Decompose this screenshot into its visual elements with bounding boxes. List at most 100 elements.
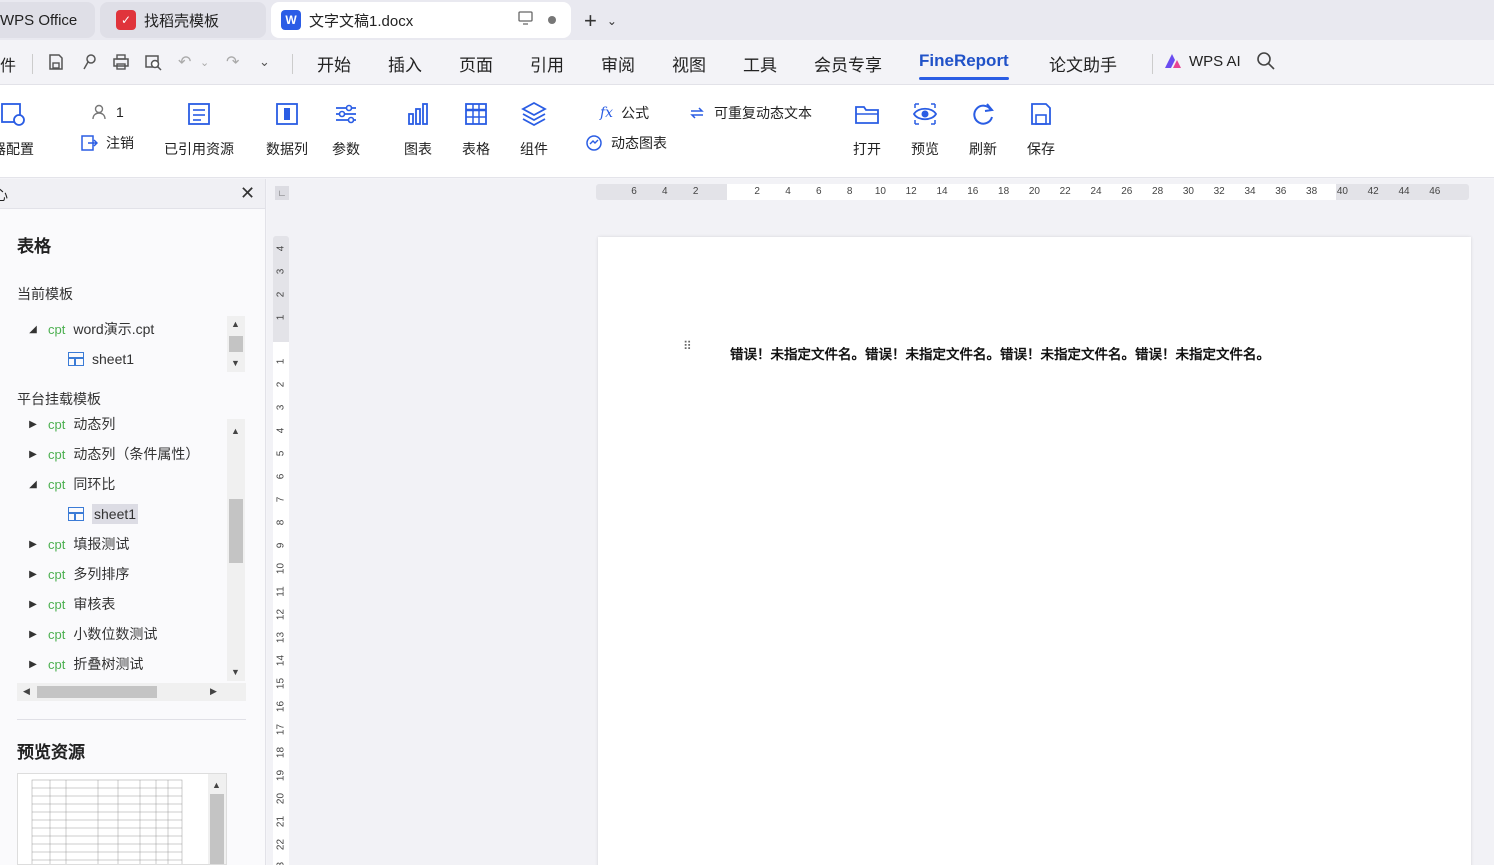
tree-item-sheet-selected[interactable]: sheet1 xyxy=(68,503,139,525)
docer-logo-icon: ✓ xyxy=(116,10,136,30)
preview-button[interactable]: 预览 xyxy=(910,99,940,159)
monitor-icon[interactable] xyxy=(518,11,533,29)
repeat-text-button[interactable]: 可重复动态文本 xyxy=(688,103,812,123)
more-chevron-down-icon[interactable]: ⌄ xyxy=(259,54,270,70)
menu-view[interactable]: 视图 xyxy=(672,51,706,76)
scroll-thumb[interactable] xyxy=(229,336,243,352)
scroll-up-icon[interactable]: ▲ xyxy=(231,426,240,436)
new-tab-plus-icon[interactable]: + xyxy=(584,8,597,34)
document-paragraph[interactable]: 错误！未指定文件名。错误！未指定文件名。错误！未指定文件名。错误！未指定文件名。 xyxy=(730,343,1270,363)
menu-tools[interactable]: 工具 xyxy=(743,51,777,76)
tree-item-sheet[interactable]: sheet1 xyxy=(68,348,134,370)
document-page[interactable]: ⠿ 错误！未指定文件名。错误！未指定文件名。错误！未指定文件名。错误！未指定文件… xyxy=(598,237,1471,865)
expand-arrow-icon[interactable]: ▶ xyxy=(26,599,40,610)
tree-item-platform[interactable]: ▶ cpt 小数位数测试 xyxy=(26,623,157,645)
table-button[interactable]: 表格 xyxy=(461,99,491,159)
scroll-thumb[interactable] xyxy=(37,686,157,698)
tab-wps-office[interactable]: WPS Office xyxy=(0,2,95,38)
ruler-corner-tab-icon[interactable]: ∟ xyxy=(275,186,289,200)
formula-button[interactable]: fx 公式 xyxy=(600,103,649,123)
current-template-scrollbar[interactable]: ▲ ▼ xyxy=(227,316,245,372)
collapse-arrow-icon[interactable]: ◢ xyxy=(26,479,40,490)
save-label: 保存 xyxy=(1027,141,1055,157)
expand-arrow-icon[interactable]: ▶ xyxy=(26,569,40,580)
scroll-right-icon[interactable]: ▶ xyxy=(210,686,217,697)
unsaved-dot-icon[interactable] xyxy=(547,12,557,29)
print-icon[interactable] xyxy=(111,52,131,77)
tree-item-platform[interactable]: ▶ cpt 动态列 xyxy=(26,413,115,435)
menu-insert[interactable]: 插入 xyxy=(388,51,422,76)
expand-arrow-icon[interactable]: ▶ xyxy=(26,419,40,430)
ruler-tick-label: 20 xyxy=(1028,186,1040,197)
menu-thesis[interactable]: 论文助手 xyxy=(1049,51,1117,76)
tab-document[interactable]: W 文字文稿1.docx xyxy=(271,2,571,38)
expand-arrow-icon[interactable]: ▶ xyxy=(26,539,40,550)
expand-arrow-icon[interactable]: ▶ xyxy=(26,629,40,640)
open-button[interactable]: 打开 xyxy=(852,99,882,159)
wps-ai-button[interactable]: WPS AI xyxy=(1163,52,1241,70)
user-count[interactable]: 1 xyxy=(90,103,124,121)
scroll-down-icon[interactable]: ▼ xyxy=(231,358,240,368)
tab-template-store[interactable]: ✓ 找稻壳模板 xyxy=(100,2,266,38)
format-painter-icon[interactable] xyxy=(80,52,100,77)
undo-icon[interactable]: ↶ xyxy=(178,52,191,72)
print-preview-icon[interactable] xyxy=(143,52,163,77)
server-config-label: 器配置 xyxy=(0,141,34,157)
menu-home[interactable]: 开始 xyxy=(317,51,351,76)
tree-item-platform[interactable]: ▶ cpt 折叠树测试 xyxy=(26,653,143,675)
scroll-up-icon[interactable]: ▲ xyxy=(212,780,221,790)
vertical-ruler[interactable]: 4321123456789101112131415161718192021222… xyxy=(273,236,289,865)
server-config-button[interactable]: 器配置 xyxy=(0,99,34,159)
preview-scrollbar[interactable]: ▲ xyxy=(208,774,226,864)
ruler-tick-label: 2 xyxy=(275,291,287,298)
params-button[interactable]: 参数 xyxy=(331,99,361,159)
menu-page[interactable]: 页面 xyxy=(459,51,493,76)
ref-resources-label: 已引用资源 xyxy=(164,141,234,157)
data-column-button[interactable]: 数据列 xyxy=(266,99,308,159)
chart-button[interactable]: 图表 xyxy=(403,99,433,159)
tree-item-platform[interactable]: ▶ cpt 动态列（条件属性） xyxy=(26,443,199,465)
collapse-arrow-icon[interactable]: ◢ xyxy=(26,324,40,335)
refresh-button[interactable]: 刷新 xyxy=(968,99,998,159)
preview-thumbnail[interactable]: ▲ xyxy=(17,773,227,865)
tree-item-platform[interactable]: ◢ cpt 同环比 xyxy=(26,473,115,495)
search-icon[interactable] xyxy=(1256,51,1276,76)
tree-item-current-template[interactable]: ◢ cpt word演示.cpt xyxy=(26,318,154,340)
menu-member[interactable]: 会员专享 xyxy=(814,51,882,76)
expand-arrow-icon[interactable]: ▶ xyxy=(26,449,40,460)
save-button[interactable]: 保存 xyxy=(1026,99,1056,159)
ruler-tick-label: 2 xyxy=(275,381,287,388)
tab-list-chevron-down-icon[interactable]: ⌄ xyxy=(607,14,617,28)
horizontal-ruler[interactable]: 6 4 2 2 4 6 8 10 12 14 16 18 20 22 24 26 28 30 32 34 36 38 40 4… xyxy=(596,184,1469,200)
scroll-up-icon[interactable]: ▲ xyxy=(231,319,240,329)
save-icon[interactable] xyxy=(46,52,66,77)
file-menu[interactable]: 件 xyxy=(0,52,16,76)
menu-finereport[interactable]: FineReport xyxy=(919,51,1009,80)
drag-handle-icon[interactable]: ⠿ xyxy=(683,340,694,352)
component-button[interactable]: 组件 xyxy=(519,99,549,159)
expand-arrow-icon[interactable]: ▶ xyxy=(26,659,40,670)
menu-references[interactable]: 引用 xyxy=(530,51,564,76)
scroll-thumb[interactable] xyxy=(210,794,224,864)
ruler-tick-label: 30 xyxy=(1182,186,1194,197)
tree-item-platform[interactable]: ▶ cpt 审核表 xyxy=(26,593,115,615)
ref-resources-button[interactable]: 已引用资源 xyxy=(164,99,234,159)
dynamic-chart-button[interactable]: 动态图表 xyxy=(585,133,667,153)
platform-scrollbar[interactable]: ▲ ▼ xyxy=(227,419,245,681)
server-config-icon xyxy=(0,99,28,129)
ruler-tick-label: 24 xyxy=(1090,186,1102,197)
scroll-down-icon[interactable]: ▼ xyxy=(231,667,240,677)
tree-item-platform[interactable]: ▶ cpt 填报测试 xyxy=(26,533,129,555)
tree-item-platform[interactable]: ▶ cpt 多列排序 xyxy=(26,563,129,585)
platform-hscrollbar[interactable]: ◀ ▶ xyxy=(17,683,246,701)
scroll-thumb[interactable] xyxy=(229,499,243,563)
ruler-tick-label: 20 xyxy=(275,792,287,805)
undo-chevron-down-icon[interactable]: ⌄ xyxy=(200,56,209,69)
cpt-tag: cpt xyxy=(48,321,66,337)
logout-button[interactable]: 注销 xyxy=(80,133,134,153)
table-grid-icon xyxy=(461,99,491,129)
menu-review[interactable]: 审阅 xyxy=(601,51,635,76)
scroll-left-icon[interactable]: ◀ xyxy=(23,686,30,697)
redo-icon[interactable]: ↷ xyxy=(226,52,239,72)
close-icon[interactable]: ✕ xyxy=(240,183,255,204)
